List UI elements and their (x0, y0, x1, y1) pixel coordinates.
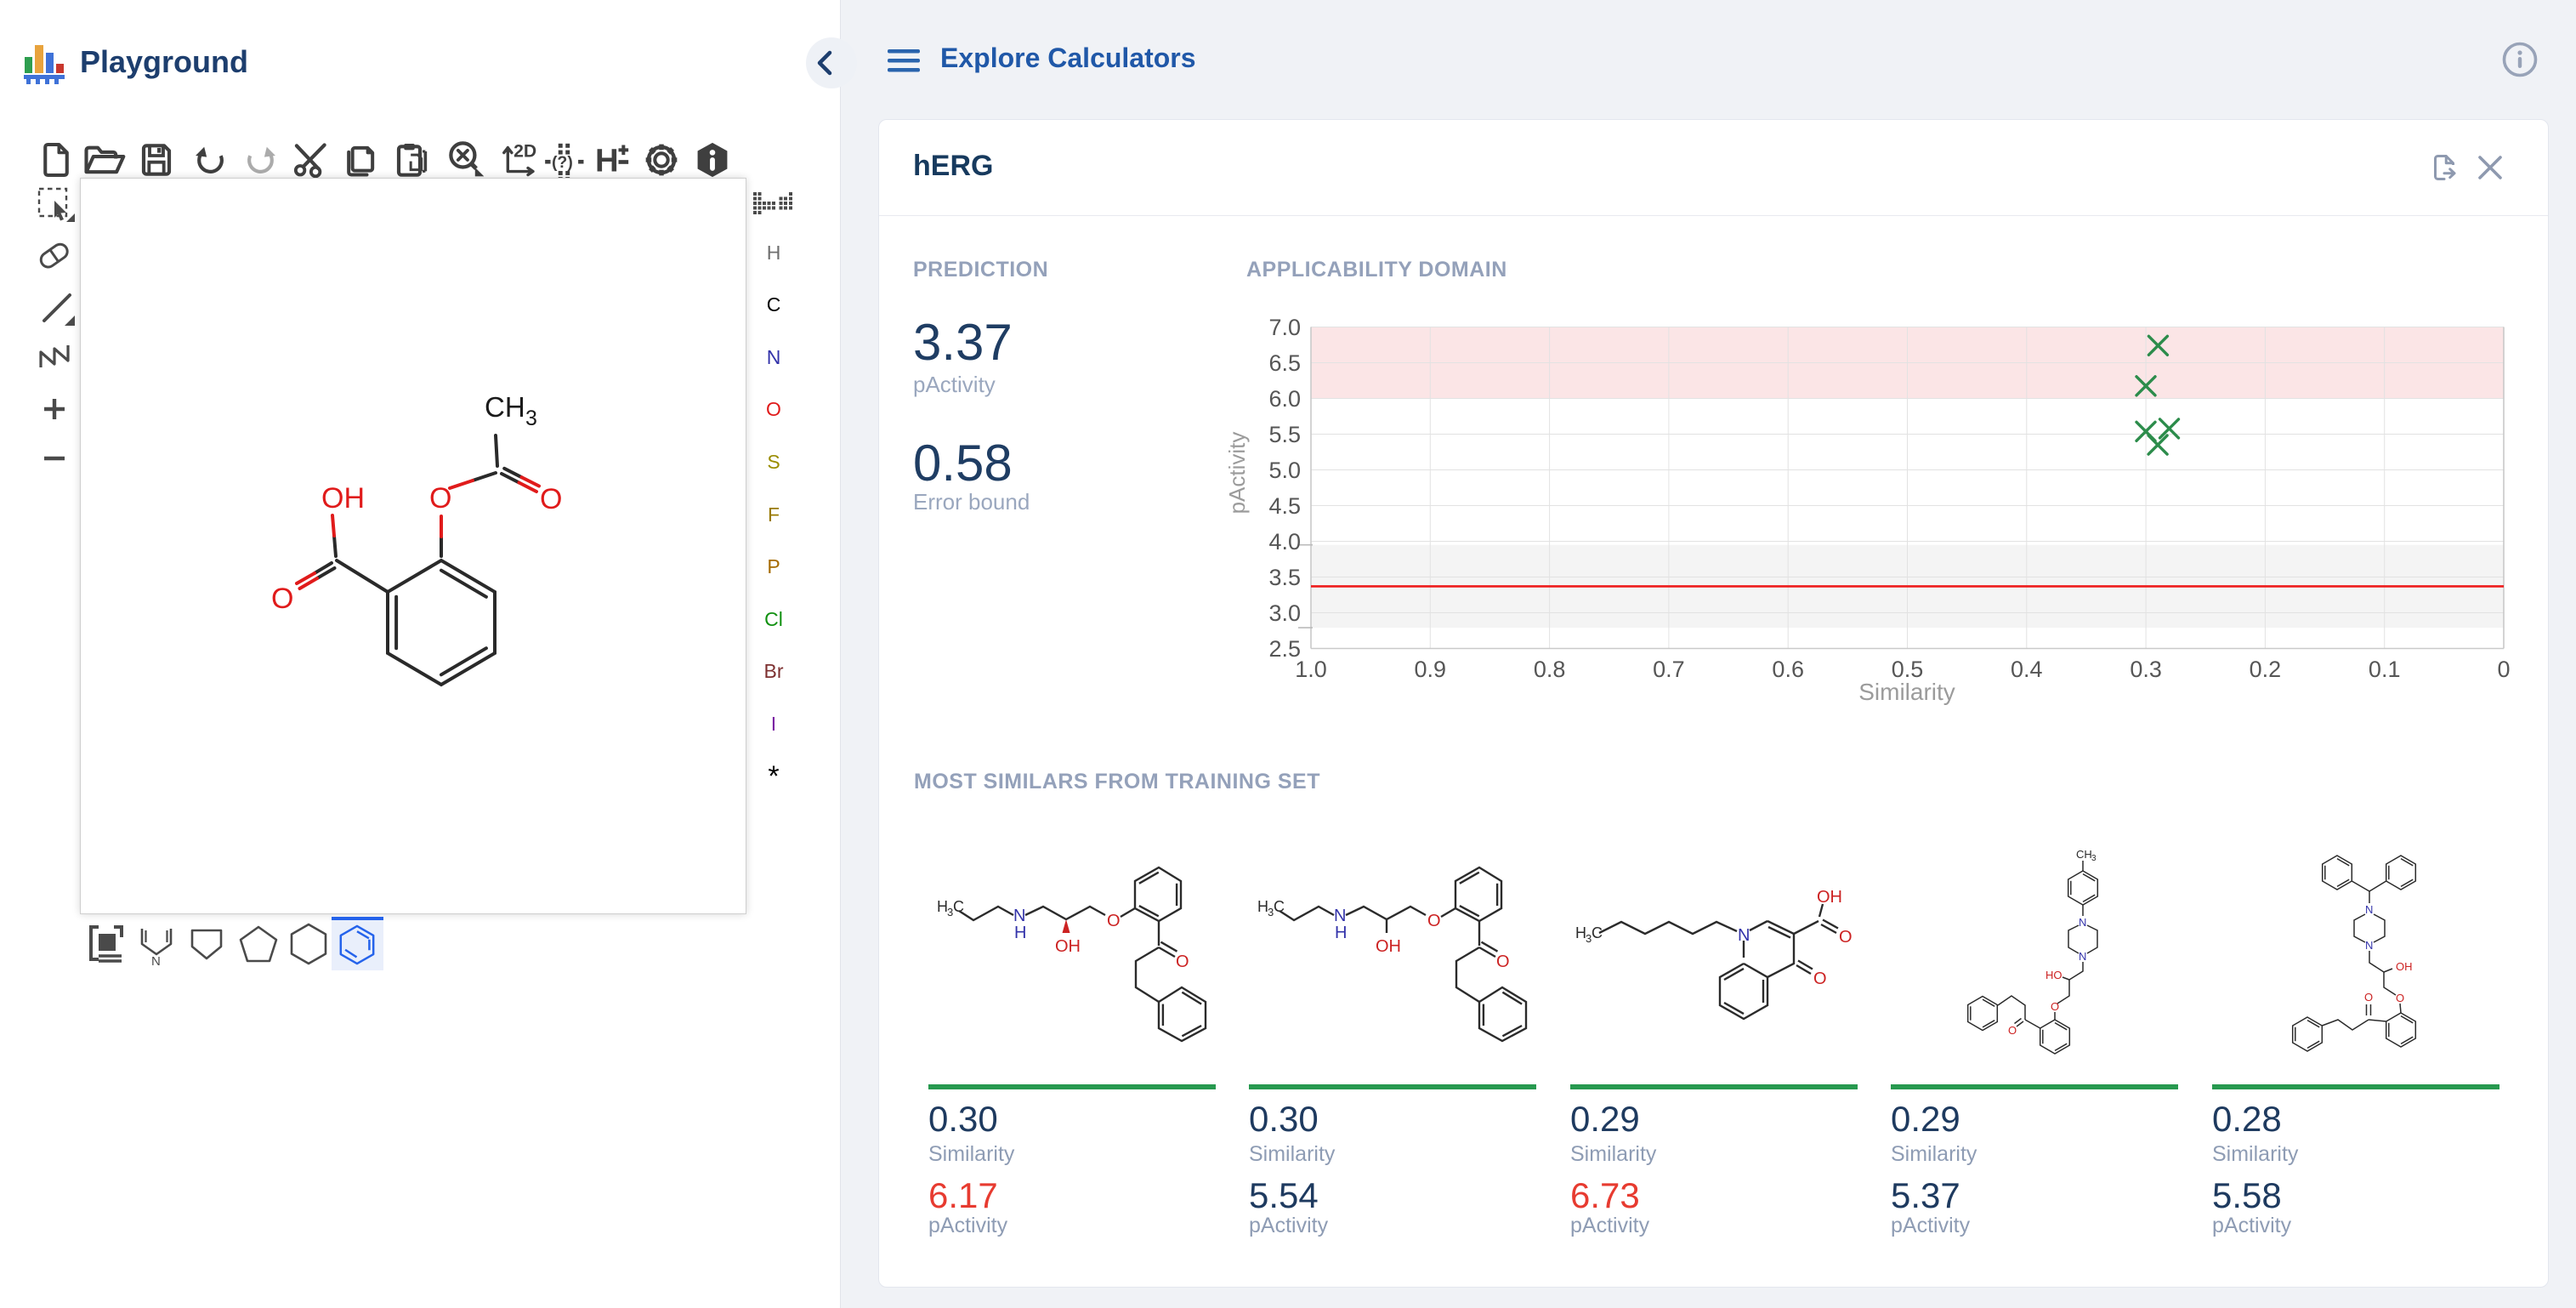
svg-text:N: N (1013, 907, 1025, 925)
svg-text:OH: OH (1817, 888, 1842, 907)
svg-text:5.5: 5.5 (1268, 422, 1301, 447)
svg-text:0.2: 0.2 (2250, 657, 2282, 682)
svg-text:O: O (2396, 992, 2404, 1004)
svg-text:O: O (1813, 970, 1827, 988)
svg-text:C: C (1274, 898, 1285, 915)
svg-text:O: O (2364, 991, 2373, 1004)
svg-text:O: O (1427, 912, 1441, 930)
svg-text:3: 3 (525, 407, 537, 430)
svg-text:O: O (540, 483, 562, 515)
svg-text:C: C (1592, 924, 1603, 941)
svg-text:O: O (1496, 953, 1510, 971)
svg-text:O: O (1176, 953, 1189, 971)
svg-text:6.0: 6.0 (1268, 386, 1301, 412)
svg-text:6.5: 6.5 (1268, 350, 1301, 376)
svg-text:O: O (1839, 928, 1853, 947)
svg-text:O: O (1107, 912, 1121, 930)
svg-text:H: H (1014, 924, 1026, 942)
svg-text:0.3: 0.3 (2130, 657, 2162, 682)
svg-text:O: O (2008, 1024, 2017, 1037)
svg-text:O: O (2051, 1000, 2059, 1013)
svg-text:3.0: 3.0 (1268, 600, 1301, 626)
svg-text:CH: CH (485, 391, 525, 423)
svg-text:0.9: 0.9 (1415, 657, 1447, 682)
svg-text:H: H (595, 143, 619, 177)
svg-text:0.7: 0.7 (1653, 657, 1685, 682)
svg-text:N: N (2079, 950, 2086, 963)
svg-text:(?): (?) (552, 153, 573, 172)
svg-text:N: N (151, 954, 161, 966)
svg-text:N: N (2365, 903, 2373, 916)
svg-text:O: O (429, 482, 451, 515)
svg-text:1.0: 1.0 (1295, 657, 1327, 682)
svg-text:0.4: 0.4 (2011, 657, 2043, 682)
svg-text:4.5: 4.5 (1268, 493, 1301, 519)
svg-text:CH: CH (2076, 848, 2092, 861)
svg-text:N: N (1738, 926, 1750, 945)
svg-text:7.0: 7.0 (1268, 316, 1301, 340)
svg-text:HO: HO (2045, 969, 2063, 981)
svg-text:0.8: 0.8 (1534, 657, 1566, 682)
svg-text:5.0: 5.0 (1268, 458, 1301, 483)
svg-text:3.5: 3.5 (1268, 565, 1301, 590)
svg-text:0: 0 (2497, 657, 2510, 682)
svg-text:C: C (953, 898, 964, 915)
svg-text:0.1: 0.1 (2369, 657, 2401, 682)
svg-text:0.6: 0.6 (1772, 657, 1804, 682)
svg-text:2D: 2D (513, 142, 536, 162)
svg-text:pActivity: pActivity (1224, 432, 1250, 515)
svg-text:OH: OH (1055, 937, 1081, 956)
svg-text:3: 3 (2091, 854, 2097, 863)
svg-text:4.0: 4.0 (1268, 529, 1301, 554)
svg-text:OH: OH (2396, 960, 2413, 973)
svg-text:OH: OH (1376, 937, 1401, 956)
svg-text:N: N (2079, 916, 2086, 929)
svg-text:O: O (271, 583, 293, 615)
svg-text:Similarity: Similarity (1858, 679, 1955, 705)
svg-text:N: N (2365, 939, 2373, 952)
svg-text:H: H (1335, 924, 1347, 942)
svg-text:OH: OH (321, 482, 365, 515)
svg-text:N: N (1334, 907, 1346, 925)
